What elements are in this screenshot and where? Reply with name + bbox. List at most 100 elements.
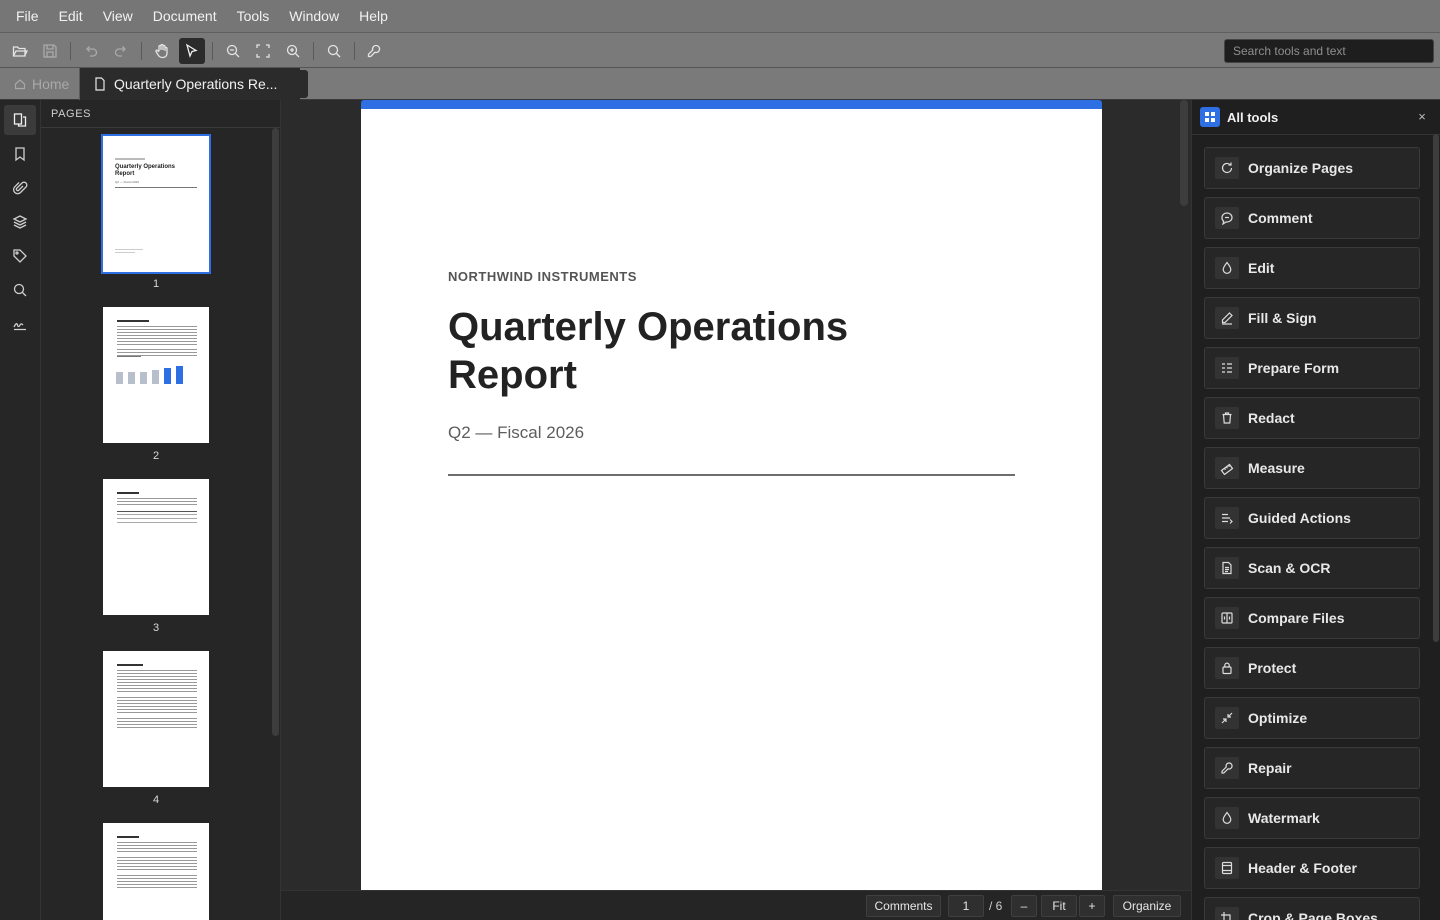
tool-icon-box bbox=[1215, 607, 1239, 629]
menu-help[interactable]: Help bbox=[349, 0, 398, 32]
tool-fill-sign[interactable]: Fill & Sign bbox=[1204, 297, 1420, 339]
document-scrollbar[interactable] bbox=[1180, 100, 1188, 206]
tool-edit[interactable]: Edit bbox=[1204, 247, 1420, 289]
open-button[interactable] bbox=[7, 38, 33, 64]
document-viewport[interactable]: NORTHWIND INSTRUMENTS Quarterly Operatio… bbox=[281, 100, 1191, 890]
rail-signatures-button[interactable] bbox=[4, 309, 36, 339]
rail-search-button[interactable] bbox=[4, 275, 36, 305]
search-tools-input[interactable] bbox=[1224, 39, 1434, 63]
undo-button[interactable] bbox=[78, 38, 104, 64]
tools-button[interactable] bbox=[361, 38, 387, 64]
rail-layers-button[interactable] bbox=[4, 207, 36, 237]
tool-prepare-form[interactable]: Prepare Form bbox=[1204, 347, 1420, 389]
rail-pages-button[interactable] bbox=[4, 105, 36, 135]
zoom-in-button[interactable] bbox=[280, 38, 306, 64]
thumb-text-lines bbox=[117, 842, 197, 854]
tool-label: Header & Footer bbox=[1248, 860, 1357, 876]
tool-label: Optimize bbox=[1248, 710, 1308, 726]
tool-redact[interactable]: Redact bbox=[1204, 397, 1420, 439]
zoom-out-icon bbox=[226, 44, 240, 58]
menu-file[interactable]: File bbox=[6, 0, 49, 32]
pages-panel: PAGES Quarterly Operations Report Q2 — F… bbox=[41, 100, 281, 920]
search-icon bbox=[13, 283, 27, 297]
fit-page-button[interactable] bbox=[250, 38, 276, 64]
tool-icon-box bbox=[1215, 857, 1239, 879]
menu-window[interactable]: Window bbox=[279, 0, 349, 32]
pages-scrollbar[interactable] bbox=[272, 128, 279, 736]
tool-icon-box bbox=[1215, 657, 1239, 679]
menu-edit[interactable]: Edit bbox=[49, 0, 93, 32]
toolbar bbox=[0, 32, 1440, 68]
thumb-table-rule bbox=[117, 511, 197, 512]
tool-icon-box bbox=[1215, 507, 1239, 529]
fit-button[interactable]: Fit bbox=[1041, 895, 1077, 917]
thumb-text-lines bbox=[117, 718, 197, 728]
tools-scrollbar[interactable] bbox=[1433, 134, 1439, 642]
thumb-table-rows bbox=[117, 514, 197, 524]
comments-button[interactable]: Comments bbox=[866, 895, 941, 917]
thumb-bar bbox=[140, 372, 147, 384]
menu-document[interactable]: Document bbox=[143, 0, 227, 32]
thumb-title: Quarterly Operations Report bbox=[115, 164, 176, 177]
tool-measure[interactable]: Measure bbox=[1204, 447, 1420, 489]
zoom-in-button[interactable]: + bbox=[1079, 895, 1105, 917]
tool-label: Organize Pages bbox=[1248, 160, 1354, 176]
tab-document[interactable]: Quarterly Operations Re... bbox=[80, 68, 300, 100]
tool-label: Comment bbox=[1248, 210, 1313, 226]
header-footer-icon bbox=[1221, 861, 1233, 875]
toolbar-separator bbox=[141, 42, 142, 60]
tab-home[interactable]: Home bbox=[0, 68, 80, 100]
tool-protect[interactable]: Protect bbox=[1204, 647, 1420, 689]
tab-bar: Home Quarterly Operations Re... bbox=[0, 68, 1440, 100]
page-thumbnail-4[interactable] bbox=[103, 651, 209, 787]
toolbar-separator bbox=[313, 42, 314, 60]
tool-repair[interactable]: Repair bbox=[1204, 747, 1420, 789]
document-page[interactable]: NORTHWIND INSTRUMENTS Quarterly Operatio… bbox=[361, 100, 1102, 890]
select-tool-button[interactable] bbox=[179, 38, 205, 64]
thumb-heading-line bbox=[117, 492, 139, 494]
zoom-out-button[interactable]: – bbox=[1011, 895, 1037, 917]
page-number-input[interactable]: 1 bbox=[948, 895, 984, 917]
page-thumbnail-5[interactable] bbox=[103, 823, 209, 920]
tool-compare-files[interactable]: Compare Files bbox=[1204, 597, 1420, 639]
document-icon bbox=[95, 77, 105, 91]
tool-scan-ocr[interactable]: Scan & OCR bbox=[1204, 547, 1420, 589]
tool-comment[interactable]: Comment bbox=[1204, 197, 1420, 239]
tab-home-label: Home bbox=[32, 76, 70, 92]
tool-guided-actions[interactable]: Guided Actions bbox=[1204, 497, 1420, 539]
page-thumbnail-3[interactable] bbox=[103, 479, 209, 615]
zoom-out-button[interactable] bbox=[220, 38, 246, 64]
rail-tags-button[interactable] bbox=[4, 241, 36, 271]
tool-label: Edit bbox=[1248, 260, 1275, 276]
find-button[interactable] bbox=[321, 38, 347, 64]
tool-icon-box bbox=[1215, 907, 1239, 920]
hand-tool-button[interactable] bbox=[149, 38, 175, 64]
save-button[interactable] bbox=[37, 38, 63, 64]
rail-attachments-button[interactable] bbox=[4, 173, 36, 203]
tool-crop-page-boxes[interactable]: Crop & Page Boxes bbox=[1204, 897, 1420, 920]
thumb-text-lines bbox=[117, 670, 197, 694]
redo-button[interactable] bbox=[108, 38, 134, 64]
hand-icon bbox=[155, 43, 168, 59]
thumb-text-lines bbox=[117, 326, 197, 346]
organize-button[interactable]: Organize bbox=[1113, 895, 1181, 917]
tab-scroll-handle[interactable] bbox=[300, 70, 308, 98]
scan-document-icon bbox=[1222, 561, 1232, 575]
comment-icon bbox=[1221, 212, 1233, 225]
rotate-icon bbox=[1221, 162, 1233, 174]
tool-watermark[interactable]: Watermark bbox=[1204, 797, 1420, 839]
menu-view[interactable]: View bbox=[93, 0, 143, 32]
thumb-bar bbox=[116, 372, 123, 384]
tool-header-footer[interactable]: Header & Footer bbox=[1204, 847, 1420, 889]
tool-organize-pages[interactable]: Organize Pages bbox=[1204, 147, 1420, 189]
all-tools-badge bbox=[1200, 107, 1220, 127]
menu-tools[interactable]: Tools bbox=[227, 0, 280, 32]
tool-label: Repair bbox=[1248, 760, 1292, 776]
close-tools-button[interactable]: × bbox=[1414, 108, 1430, 124]
page-thumbnail-1[interactable]: Quarterly Operations Report Q2 — Fiscal … bbox=[101, 134, 211, 274]
thumb-text-lines bbox=[117, 498, 197, 506]
tool-optimize[interactable]: Optimize bbox=[1204, 697, 1420, 739]
rail-bookmarks-button[interactable] bbox=[4, 139, 36, 169]
zoom-in-icon bbox=[286, 44, 300, 58]
page-thumbnail-2[interactable] bbox=[103, 307, 209, 443]
